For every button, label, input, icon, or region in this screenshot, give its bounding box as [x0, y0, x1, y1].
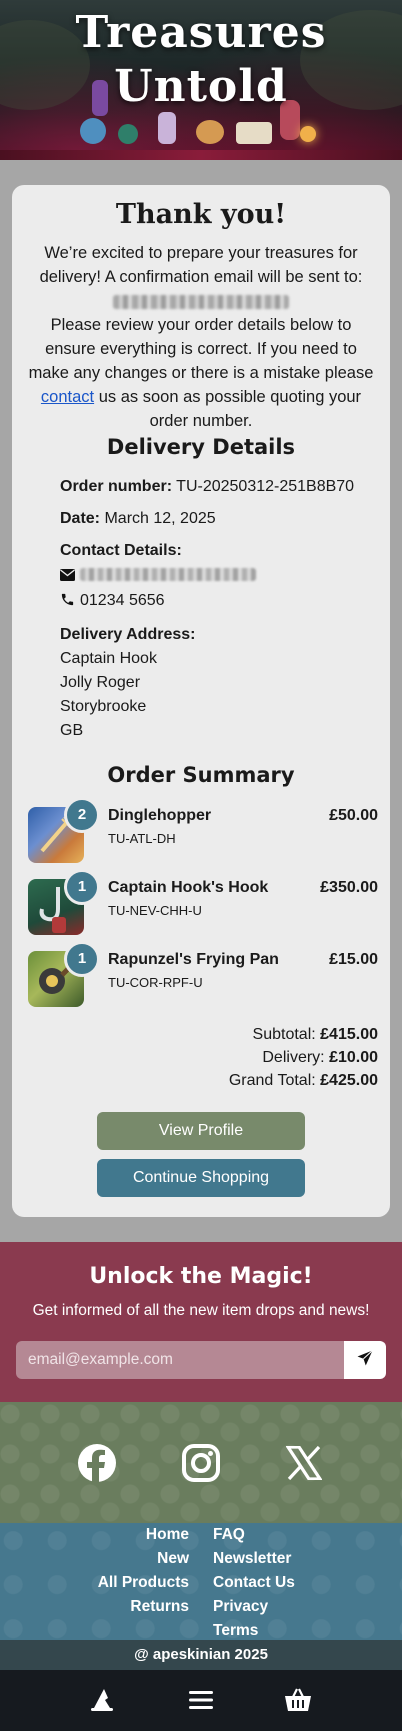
- review-text-2: us as soon as possible quoting your orde…: [98, 388, 362, 430]
- footer-link-faq[interactable]: FAQ: [213, 1523, 295, 1547]
- basket-icon[interactable]: [280, 1682, 316, 1718]
- contact-details-label: Contact Details:: [60, 542, 182, 559]
- wizard-hat-home-icon[interactable]: [84, 1682, 120, 1718]
- newsletter-subtitle: Get informed of all the new item drops a…: [32, 1302, 370, 1319]
- review-text-1: Please review your order details below t…: [28, 316, 374, 382]
- order-totals: Subtotal: £415.00 Delivery: £10.00 Grand…: [229, 1023, 378, 1092]
- thank-you-heading: Thank you!: [115, 199, 287, 230]
- address-line: Jolly Roger: [60, 674, 141, 691]
- newsletter-submit-button[interactable]: [344, 1341, 386, 1379]
- subtotal-value: £415.00: [320, 1026, 378, 1043]
- order-summary-title: Order Summary: [107, 763, 295, 787]
- newsletter-title: Unlock the Magic!: [89, 1264, 313, 1289]
- order-confirmation-card: Thank you! We’re excited to prepare your…: [12, 185, 390, 1217]
- delivery-details: Order number: TU-20250312-251B8B70 Date:…: [60, 475, 376, 751]
- contact-details: Contact Details: 01234 5656: [60, 539, 376, 615]
- item-sku: TU-COR-RPF-U: [108, 975, 203, 990]
- hero-title-line2: Untold: [114, 61, 288, 112]
- quantity-badge: 1: [64, 941, 100, 977]
- menu-icon[interactable]: [183, 1682, 219, 1718]
- delivery-value: £10.00: [329, 1049, 378, 1066]
- delivery-label: Delivery:: [262, 1049, 325, 1066]
- date-label: Date:: [60, 510, 101, 527]
- footer-link-all-products[interactable]: All Products: [98, 1571, 189, 1595]
- redacted-email: [113, 294, 289, 309]
- gem-decoration: [118, 124, 138, 144]
- grand-total-label: Grand Total:: [228, 1072, 316, 1089]
- order-number-label: Order number:: [60, 478, 173, 495]
- item-name: Rapunzel's Frying Pan: [108, 951, 279, 968]
- item-name: Dinglehopper: [108, 807, 212, 824]
- delivery-address-label: Delivery Address:: [60, 626, 196, 643]
- bottom-nav-bar: [0, 1670, 402, 1731]
- delivery-details-title: Delivery Details: [106, 435, 296, 459]
- address-line: Storybrooke: [60, 698, 147, 715]
- crystal-ball-decoration: [80, 118, 106, 144]
- book-decoration: [236, 122, 272, 144]
- address-line: Captain Hook: [60, 650, 157, 667]
- newsletter-email-input[interactable]: [16, 1341, 344, 1379]
- subtotal-row: Subtotal: £415.00: [229, 1023, 378, 1046]
- envelope-icon: [60, 565, 76, 589]
- order-item[interactable]: 2 Dinglehopper TU-ATL-DH £50.00: [28, 797, 378, 863]
- phone-number: 01234 5656: [80, 592, 165, 609]
- copyright: @ apeskinian 2025: [0, 1640, 402, 1670]
- subtotal-label: Subtotal:: [252, 1026, 316, 1043]
- hero-shelf: [0, 150, 402, 160]
- item-price: £50.00: [329, 807, 378, 824]
- footer-links-right: FAQ Newsletter Contact Us Privacy Terms: [213, 1523, 295, 1643]
- footer-link-returns[interactable]: Returns: [98, 1595, 189, 1619]
- confirmation-intro: We’re excited to prepare your treasures …: [26, 241, 376, 433]
- order-number-row: Order number: TU-20250312-251B8B70: [60, 475, 376, 499]
- item-name: Captain Hook's Hook: [108, 879, 269, 896]
- grand-total-row: Grand Total: £425.00: [229, 1069, 378, 1092]
- contact-link[interactable]: contact: [41, 388, 94, 406]
- item-sku: TU-ATL-DH: [108, 831, 176, 846]
- send-icon: [356, 1349, 374, 1372]
- date-value: March 12, 2025: [104, 510, 216, 527]
- footer-link-newsletter[interactable]: Newsletter: [213, 1547, 295, 1571]
- item-price: £350.00: [320, 879, 378, 896]
- x-icon[interactable]: [283, 1442, 325, 1484]
- crystal-decoration: [158, 112, 176, 144]
- address-line: GB: [60, 722, 84, 739]
- intro-text: We’re excited to prepare your treasures …: [39, 244, 363, 286]
- social-links: [0, 1402, 402, 1523]
- quantity-badge: 2: [64, 797, 100, 833]
- footer-links-left: Home New All Products Returns: [98, 1523, 189, 1619]
- footer-link-home[interactable]: Home: [98, 1523, 189, 1547]
- footer-link-new[interactable]: New: [98, 1547, 189, 1571]
- instagram-icon[interactable]: [180, 1442, 222, 1484]
- item-sku: TU-NEV-CHH-U: [108, 903, 202, 918]
- facebook-icon[interactable]: [76, 1442, 118, 1484]
- site-logo-title[interactable]: Treasures Untold: [0, 6, 402, 114]
- candle-decoration: [300, 126, 316, 142]
- footer-link-contact-us[interactable]: Contact Us: [213, 1571, 295, 1595]
- order-number-value: TU-20250312-251B8B70: [176, 478, 355, 495]
- order-item[interactable]: 1 Rapunzel's Frying Pan TU-COR-RPF-U £15…: [28, 941, 378, 1007]
- view-profile-button[interactable]: View Profile: [97, 1112, 305, 1150]
- phone-icon: [60, 591, 76, 615]
- order-item[interactable]: 1 Captain Hook's Hook TU-NEV-CHH-U £350.…: [28, 869, 378, 935]
- date-row: Date: March 12, 2025: [60, 507, 376, 531]
- grand-total-value: £425.00: [320, 1072, 378, 1089]
- newsletter-section: Unlock the Magic! Get informed of all th…: [0, 1242, 402, 1402]
- gem-decoration: [196, 120, 224, 144]
- delivery-row: Delivery: £10.00: [229, 1046, 378, 1069]
- redacted-contact-email: [80, 568, 256, 582]
- footer-links: Home New All Products Returns FAQ Newsle…: [0, 1523, 402, 1640]
- hero-banner: Treasures Untold: [0, 0, 402, 160]
- item-price: £15.00: [329, 951, 378, 968]
- quantity-badge: 1: [64, 869, 100, 905]
- delivery-address: Delivery Address: Captain Hook Jolly Rog…: [60, 623, 376, 743]
- continue-shopping-button[interactable]: Continue Shopping: [97, 1159, 305, 1197]
- footer-link-privacy[interactable]: Privacy: [213, 1595, 295, 1619]
- hero-title-line1: Treasures: [75, 7, 327, 58]
